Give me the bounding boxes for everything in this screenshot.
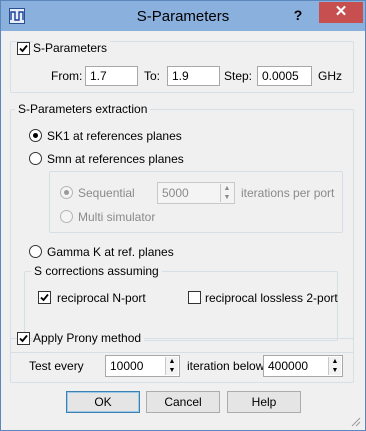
- reciprocal-lossless-checkbox[interactable]: [188, 291, 201, 304]
- iteration-below-value: 400000: [268, 359, 309, 373]
- spin-down-icon[interactable]: ▼: [329, 366, 341, 375]
- check-icon: [40, 293, 49, 302]
- sequential-label: Sequential: [78, 186, 135, 200]
- dialog-body: S-Parameters From: 1.7 To: 1.9 Step: 0.0…: [1, 31, 365, 430]
- from-input[interactable]: 1.7: [85, 66, 138, 86]
- unit-label: GHz: [318, 69, 342, 83]
- gamma-radio[interactable]: [29, 245, 42, 258]
- multi-simulator-label: Multi simulator: [78, 210, 156, 224]
- reciprocal-nport-checkbox[interactable]: [38, 291, 51, 304]
- gamma-label: Gamma K at ref. planes: [47, 245, 174, 259]
- close-button[interactable]: ✕: [319, 2, 363, 23]
- step-label: Step:: [224, 69, 253, 83]
- iteration-below-label: iteration below: [187, 359, 265, 373]
- test-every-label: Test every: [29, 359, 84, 373]
- spin-down-icon[interactable]: ▼: [221, 193, 233, 202]
- cancel-button[interactable]: Cancel: [146, 391, 220, 413]
- smn-label: Smn at references planes: [47, 152, 184, 166]
- prony-checkbox[interactable]: [17, 332, 30, 345]
- help-question-button[interactable]: ?: [283, 5, 313, 25]
- reciprocal-lossless-label: reciprocal lossless 2-port: [205, 291, 338, 305]
- s-parameters-label: S-Parameters: [33, 41, 111, 55]
- smn-radio[interactable]: [29, 152, 42, 165]
- spin-up-icon[interactable]: ▲: [166, 357, 178, 366]
- ok-button[interactable]: OK: [66, 391, 140, 413]
- reciprocal-nport-label: reciprocal N-port: [57, 291, 146, 305]
- spin-up-icon[interactable]: ▲: [329, 357, 341, 366]
- iterations-per-port-label: iterations per port: [241, 186, 335, 200]
- corrections-title: S corrections assuming: [31, 264, 162, 278]
- sequential-radio[interactable]: [60, 186, 73, 199]
- spin-up-icon[interactable]: ▲: [221, 184, 233, 193]
- sequential-value: 5000: [162, 186, 189, 200]
- s-parameters-dialog: S-Parameters ? ✕ S-Parameters From: 1.7 …: [0, 0, 366, 431]
- sequential-spinbox[interactable]: 5000 ▲ ▼: [157, 182, 235, 204]
- check-icon: [19, 44, 28, 53]
- test-every-value: 10000: [110, 359, 144, 373]
- extraction-group-title: S-Parameters extraction: [15, 102, 151, 116]
- prony-label: Apply Prony method: [33, 331, 145, 345]
- resize-grip-icon[interactable]: [349, 415, 361, 427]
- title-bar[interactable]: S-Parameters ? ✕: [1, 1, 365, 31]
- step-input[interactable]: 0.0005: [257, 66, 312, 86]
- sk1-radio[interactable]: [29, 129, 42, 142]
- sk1-label: SK1 at references planes: [47, 129, 182, 143]
- to-input[interactable]: 1.9: [167, 66, 220, 86]
- spin-down-icon[interactable]: ▼: [166, 366, 178, 375]
- check-icon: [19, 334, 28, 343]
- iteration-below-spinbox[interactable]: 400000 ▲ ▼: [263, 355, 343, 377]
- to-label: To:: [144, 69, 161, 83]
- s-parameters-checkbox[interactable]: [17, 42, 30, 55]
- multi-simulator-radio[interactable]: [60, 210, 73, 223]
- from-label: From:: [51, 69, 83, 83]
- test-every-spinbox[interactable]: 10000 ▲ ▼: [105, 355, 180, 377]
- help-button[interactable]: Help: [227, 391, 301, 413]
